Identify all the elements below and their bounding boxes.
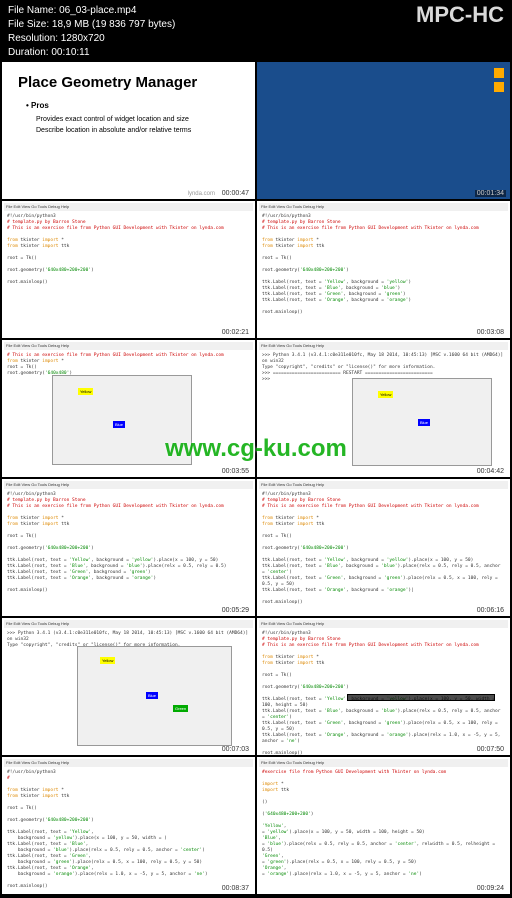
editor-menu: File Edit View Go Tools Debug Help [259, 481, 508, 489]
timestamp: 00:03:08 [475, 329, 506, 336]
editor-menu: File Edit View Go Tools Debug Help [4, 203, 253, 211]
editor-menu: File Edit View Go Tools Debug Help [259, 759, 508, 767]
thumb-code[interactable]: File Edit View Go Tools Debug Help #!/us… [2, 479, 255, 616]
thumb-code[interactable]: File Edit View Go Tools Debug Help #!/us… [257, 479, 510, 616]
yellow-label: Yellow [378, 391, 393, 398]
thumb-tkwindow[interactable]: File Edit View Go Tools Debug Help # Thi… [2, 340, 255, 477]
thumb-slide[interactable]: Place Geometry Manager • Pros Provides e… [2, 62, 255, 199]
thumb-code[interactable]: File Edit View Go Tools Debug Help #exer… [257, 757, 510, 894]
lynda-watermark: lynda.com [188, 191, 215, 197]
thumb-code[interactable]: File Edit View Go Tools Debug Help #!/us… [2, 201, 255, 338]
editor-menu: File Edit View Go Tools Debug Help [259, 342, 508, 350]
editor-menu: File Edit View Go Tools Debug Help [259, 620, 508, 628]
code-content: #!/usr/bin/python3 # template.py by Barr… [4, 211, 253, 289]
thumb-code[interactable]: File Edit View Go Tools Debug Help #!/us… [257, 201, 510, 338]
slide-bullet: • Pros [26, 101, 239, 110]
blue-label: Blue [113, 421, 125, 428]
editor-menu: File Edit View Go Tools Debug Help [4, 620, 253, 628]
timestamp: 00:09:24 [475, 885, 506, 892]
timestamp: 00:01:34 [475, 190, 506, 197]
timestamp: 00:03:55 [220, 468, 251, 475]
code-content: #!/usr/bin/python3 # template.py by Barr… [259, 628, 508, 755]
blue-label: Blue [146, 692, 158, 699]
editor-menu: File Edit View Go Tools Debug Help [4, 759, 253, 767]
thumb-desktop[interactable]: 00:01:34 [257, 62, 510, 199]
tk-window: Yellow Blue [52, 375, 192, 465]
editor-menu: File Edit View Go Tools Debug Help [4, 481, 253, 489]
code-content: #!/usr/bin/python3 # from tkinter import… [4, 767, 253, 893]
blue-label: Blue [418, 419, 430, 426]
slide-title: Place Geometry Manager [18, 74, 239, 91]
thumb-code[interactable]: File Edit View Go Tools Debug Help #!/us… [257, 618, 510, 755]
timestamp: 00:04:42 [475, 468, 506, 475]
highlight-box [347, 694, 495, 701]
yellow-label: Yellow [100, 657, 115, 664]
thumb-tkwindow[interactable]: File Edit View Go Tools Debug Help >>> P… [2, 618, 255, 755]
mpc-logo: MPC-HC [416, 2, 504, 28]
code-content: #!/usr/bin/python3 # template.py by Barr… [259, 211, 508, 319]
tk-window: Yellow Blue [352, 378, 492, 466]
timestamp: 00:07:03 [220, 746, 251, 753]
timestamp: 00:00:47 [220, 190, 251, 197]
folder-icon [494, 68, 504, 78]
timestamp: 00:06:16 [475, 607, 506, 614]
code-content: #exercise file from Python GUI Developme… [259, 767, 508, 881]
editor-menu: File Edit View Go Tools Debug Help [4, 342, 253, 350]
thumbnail-grid: Place Geometry Manager • Pros Provides e… [0, 60, 512, 896]
thumb-code[interactable]: File Edit View Go Tools Debug Help #!/us… [2, 757, 255, 894]
green-label: Green [173, 705, 188, 712]
editor-menu: File Edit View Go Tools Debug Help [259, 203, 508, 211]
timestamp: 00:02:21 [220, 329, 251, 336]
code-content: #!/usr/bin/python3 # template.py by Barr… [4, 489, 253, 597]
code-content: #!/usr/bin/python3 # template.py by Barr… [259, 489, 508, 609]
resolution-label: Resolution: 1280x720 [8, 32, 504, 46]
desktop-icons [494, 68, 504, 96]
timestamp: 00:08:37 [220, 885, 251, 892]
slide-line2: Describe location in absolute and/or rel… [36, 125, 239, 136]
timestamp: 00:05:29 [220, 607, 251, 614]
yellow-label: Yellow [78, 388, 93, 395]
duration-label: Duration: 00:10:11 [8, 46, 504, 60]
timestamp: 00:07:50 [475, 746, 506, 753]
tk-window: Yellow Blue Green [77, 646, 232, 746]
slide-line1: Provides exact control of widget locatio… [36, 114, 239, 125]
file-info-header: MPC-HC File Name: 06_03-place.mp4 File S… [0, 0, 512, 60]
thumb-shell[interactable]: File Edit View Go Tools Debug Help >>> P… [257, 340, 510, 477]
folder-icon [494, 82, 504, 92]
